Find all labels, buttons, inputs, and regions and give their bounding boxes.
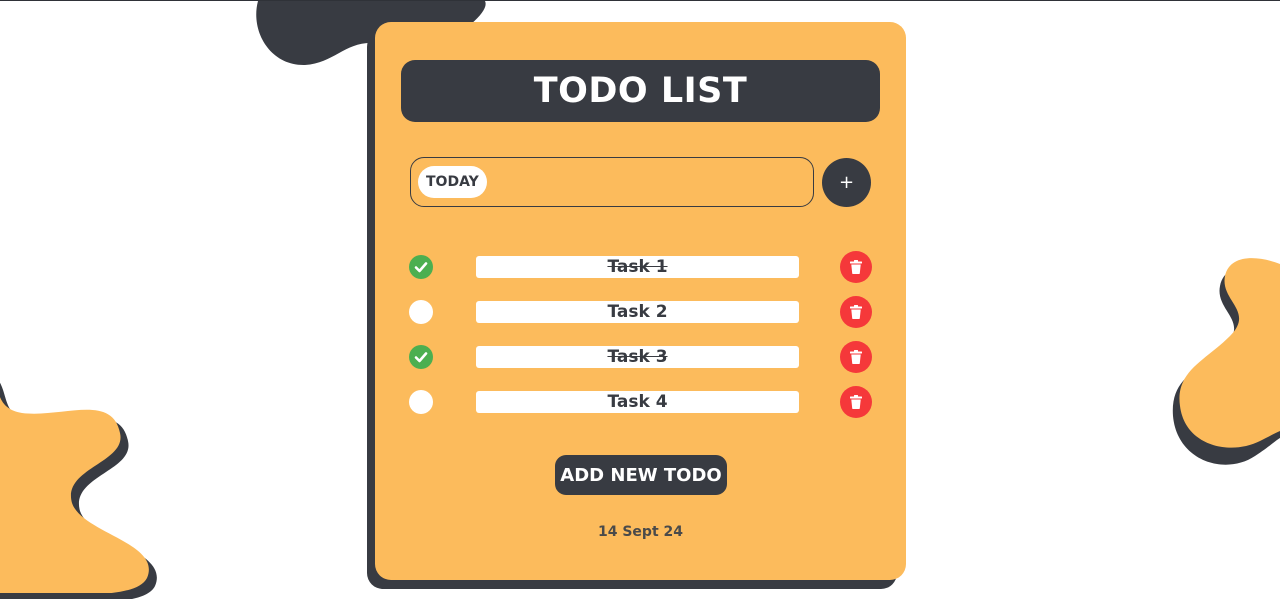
plus-icon: + (838, 172, 855, 193)
delete-button[interactable] (840, 296, 872, 328)
check-toggle[interactable] (409, 345, 433, 369)
check-toggle[interactable] (409, 255, 433, 279)
title-bar: TODO LIST (401, 60, 880, 122)
trash-icon (850, 350, 862, 364)
todo-item: Task 2 (409, 296, 872, 328)
add-button[interactable]: + (822, 158, 871, 207)
delete-button[interactable] (840, 251, 872, 283)
delete-button[interactable] (840, 341, 872, 373)
page-title: TODO LIST (533, 71, 748, 111)
task-label[interactable]: Task 1 (476, 256, 799, 278)
check-icon (414, 352, 428, 363)
date-label: 14 Sept 24 (597, 524, 683, 540)
todo-card: TODO LIST TODAY + Task 1 Task 2 Task 3 T… (375, 22, 906, 580)
todo-item: Task 3 (409, 341, 872, 373)
task-label[interactable]: Task 3 (476, 346, 799, 368)
task-label[interactable]: Task 4 (476, 391, 799, 413)
check-icon (414, 262, 428, 273)
today-chip[interactable]: TODAY (418, 166, 487, 198)
trash-icon (850, 260, 862, 274)
todo-item: Task 1 (409, 251, 872, 283)
add-new-todo-button[interactable]: ADD NEW TODO (555, 455, 727, 495)
page: TODO LIST TODAY + Task 1 Task 2 Task 3 T… (0, 0, 1280, 599)
trash-icon (850, 395, 862, 409)
todo-input[interactable]: TODAY (410, 157, 814, 207)
check-toggle[interactable] (409, 390, 433, 414)
task-label[interactable]: Task 2 (476, 301, 799, 323)
decorative-blob-left (0, 397, 149, 593)
todo-item: Task 4 (409, 386, 872, 418)
delete-button[interactable] (840, 386, 872, 418)
decorative-blob-right (1179, 258, 1280, 448)
trash-icon (850, 305, 862, 319)
check-toggle[interactable] (409, 300, 433, 324)
